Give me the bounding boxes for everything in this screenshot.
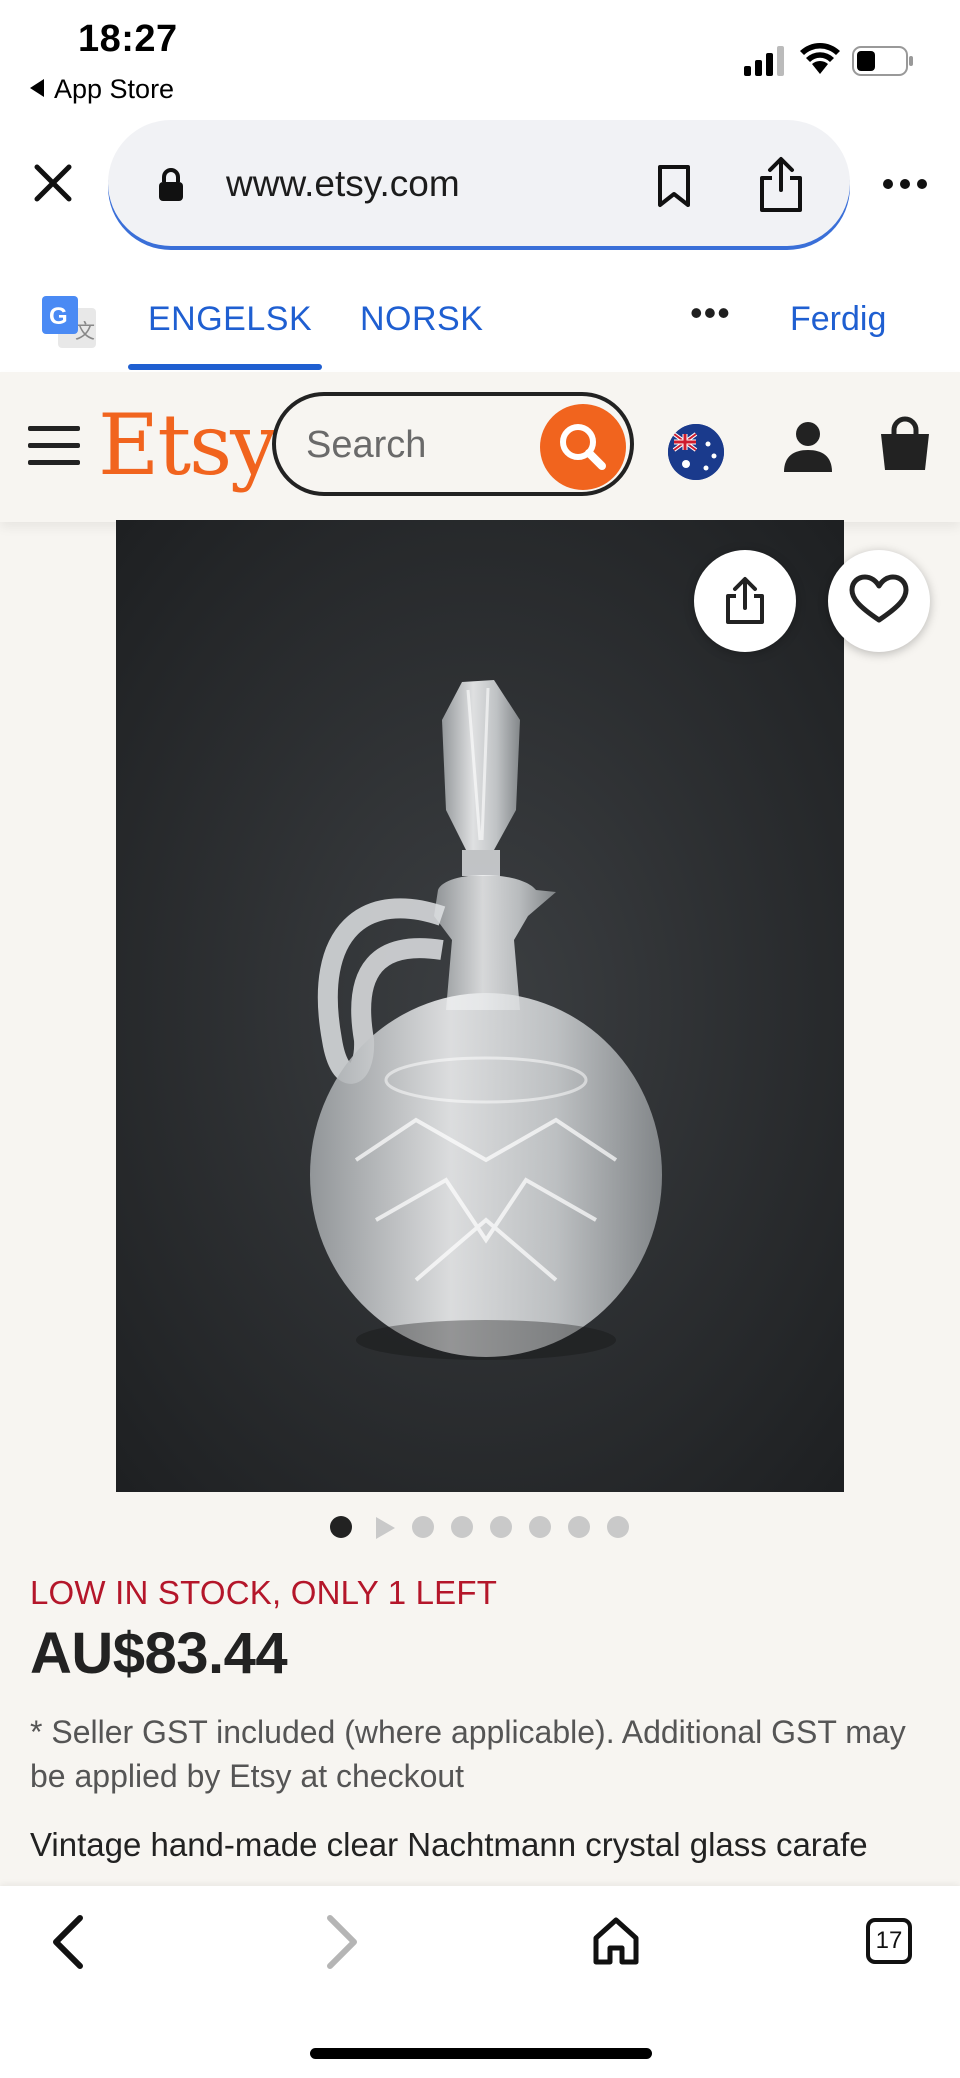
active-tab-indicator bbox=[128, 364, 322, 370]
google-translate-icon: 文 G bbox=[42, 296, 96, 348]
carafe-photo bbox=[116, 520, 844, 1492]
home-indicator bbox=[310, 2048, 652, 2059]
gst-note: * Seller GST included (where applicable)… bbox=[30, 1714, 906, 1794]
back-triangle-icon bbox=[30, 79, 44, 97]
search-placeholder: Search bbox=[306, 424, 427, 466]
back-app-label: App Store bbox=[54, 74, 175, 104]
home-icon[interactable] bbox=[592, 1916, 640, 1966]
gallery-dot[interactable] bbox=[607, 1516, 629, 1538]
tab-language-norwegian[interactable]: NORSK bbox=[360, 300, 483, 339]
wifi-icon bbox=[800, 43, 840, 74]
svg-text:G: G bbox=[49, 303, 68, 330]
tabs-button[interactable]: 17 bbox=[866, 1918, 912, 1964]
url-text[interactable]: www.etsy.com bbox=[226, 163, 460, 205]
gallery-dot[interactable] bbox=[490, 1516, 512, 1538]
heart-icon bbox=[849, 574, 909, 623]
share-image-button[interactable] bbox=[694, 550, 796, 652]
region-flag-icon[interactable] bbox=[668, 424, 724, 480]
cart-icon[interactable] bbox=[878, 416, 932, 472]
gallery-dot[interactable] bbox=[529, 1516, 551, 1538]
gallery-dot-active[interactable] bbox=[330, 1516, 352, 1538]
share-icon bbox=[726, 577, 764, 624]
search-icon bbox=[560, 424, 606, 470]
share-icon[interactable] bbox=[756, 156, 806, 214]
cellular-signal-icon bbox=[744, 46, 784, 76]
video-play-icon[interactable] bbox=[374, 1516, 396, 1540]
product-title: Vintage hand-made clear Nachtmann crysta… bbox=[30, 1826, 868, 1863]
tab-language-english[interactable]: ENGELSK bbox=[148, 300, 312, 339]
menu-icon[interactable] bbox=[28, 424, 80, 468]
address-bar[interactable] bbox=[108, 120, 850, 246]
account-icon[interactable] bbox=[782, 420, 834, 474]
gallery-dot[interactable] bbox=[568, 1516, 590, 1538]
back-to-app-link[interactable]: App Store bbox=[30, 74, 174, 105]
forward-arrow-icon[interactable] bbox=[322, 1914, 362, 1970]
product-image[interactable] bbox=[116, 520, 844, 1492]
product-price: AU$83.44 bbox=[30, 1621, 288, 1686]
back-arrow-icon[interactable] bbox=[48, 1914, 88, 1970]
search-button[interactable] bbox=[540, 404, 626, 490]
translate-more-button[interactable]: ••• bbox=[690, 292, 731, 334]
gallery-dot[interactable] bbox=[412, 1516, 434, 1538]
lock-icon bbox=[159, 168, 183, 201]
bookmark-icon[interactable] bbox=[656, 164, 692, 208]
favorite-button[interactable] bbox=[828, 550, 930, 652]
more-options-icon[interactable] bbox=[882, 178, 928, 190]
etsy-logo[interactable]: Etsy bbox=[98, 396, 278, 494]
stock-notice: LOW IN STOCK, ONLY 1 LEFT bbox=[30, 1574, 498, 1611]
status-time: 18:27 bbox=[78, 18, 178, 60]
battery-icon bbox=[852, 46, 913, 76]
close-icon[interactable] bbox=[32, 162, 74, 204]
gallery-dot[interactable] bbox=[451, 1516, 473, 1538]
translate-done-button[interactable]: Ferdig bbox=[790, 300, 886, 339]
